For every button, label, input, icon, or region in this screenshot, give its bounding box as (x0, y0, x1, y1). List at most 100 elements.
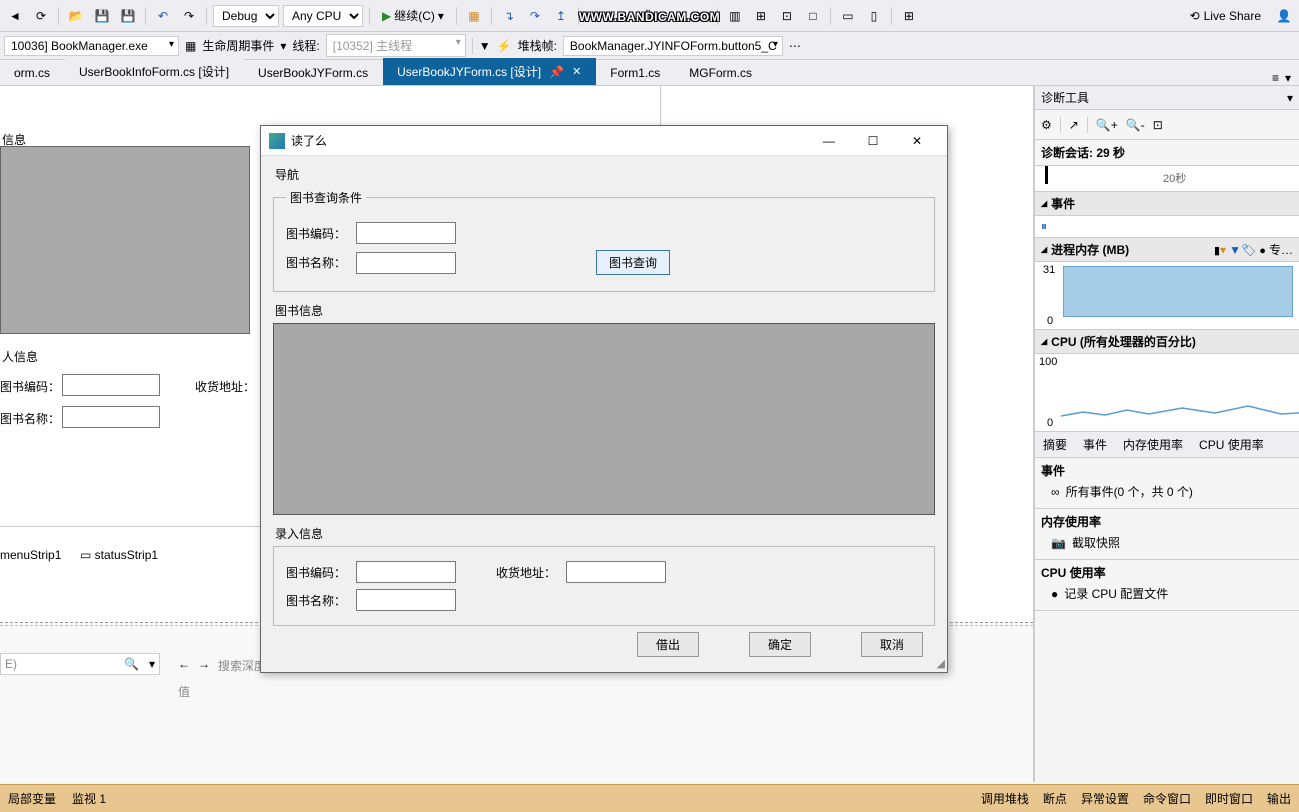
thread-dropdown[interactable]: [10352] 主线程 (326, 34, 466, 57)
resize-grip[interactable]: ◢ (937, 657, 945, 670)
layout4-icon[interactable]: □ (802, 5, 824, 27)
redo-icon[interactable]: ↷ (178, 5, 200, 27)
status-output[interactable]: 输出 (1267, 790, 1291, 807)
refresh-icon[interactable]: ⟳ (30, 5, 52, 27)
search-dropdown-icon[interactable]: ▾ (145, 657, 159, 671)
status-watch[interactable]: 监视 1 (72, 790, 106, 807)
tray-statusstrip[interactable]: ▭ statusStrip1 (80, 548, 158, 562)
cancel-button[interactable]: 取消 (861, 632, 923, 657)
step-over-icon[interactable]: ↷ (524, 5, 546, 27)
close-button[interactable]: ✕ (895, 127, 939, 155)
tab-userbookinfo-design[interactable]: UserBookInfoForm.cs [设计] (65, 58, 244, 85)
diag-mem-header[interactable]: 进程内存 (MB) ▮▾ ▼🏷 ● 专… (1035, 238, 1299, 262)
maximize-button[interactable]: ☐ (851, 127, 895, 155)
account-icon[interactable]: 👤 (1273, 5, 1295, 27)
ok-button[interactable]: 确定 (749, 632, 811, 657)
status-command[interactable]: 命令窗口 (1143, 790, 1191, 807)
diag-record-cpu-button[interactable]: ● 记录 CPU 配置文件 (1041, 581, 1293, 606)
status-exceptions[interactable]: 异常设置 (1081, 790, 1129, 807)
dialog-titlebar[interactable]: 读了么 — ☐ ✕ (261, 126, 947, 156)
tabs-dropdown-icon[interactable]: ≡ (1272, 71, 1279, 85)
diag-timeline[interactable]: 20秒 (1035, 166, 1299, 192)
diag-sub-events-title: 事件 (1041, 462, 1293, 479)
folder-icon[interactable]: ▦ (463, 5, 485, 27)
diag-dropdown-icon[interactable]: ▾ (1287, 91, 1293, 105)
diag-all-events[interactable]: ∞ 所有事件(0 个，共 0 个) (1041, 479, 1293, 504)
status-immediate[interactable]: 即时窗口 (1205, 790, 1253, 807)
nav-back-icon2[interactable]: ← (178, 657, 190, 671)
input-code2[interactable] (356, 561, 456, 583)
config-dropdown[interactable]: Debug (213, 5, 279, 27)
locals-search[interactable]: E) 🔍 ▾ (0, 653, 160, 675)
diag-tab-events[interactable]: 事件 (1075, 432, 1115, 457)
zoom-in-icon[interactable]: 🔍+ (1096, 118, 1118, 132)
nav-fwd-icon2[interactable]: → (198, 657, 210, 671)
tab-mgform[interactable]: MGForm.cs (675, 61, 767, 85)
input-name[interactable] (356, 252, 456, 274)
diagnostics-panel: 诊断工具 ▾ ⚙ ↗ 🔍+ 🔍- ⊡ 诊断会话: 29 秒 20秒 事件 ⏸ 进… (1034, 86, 1299, 782)
cpu-chart[interactable]: 100 0 (1035, 354, 1299, 432)
minimize-button[interactable]: — (807, 127, 851, 155)
memory-chart[interactable]: 31 0 (1035, 262, 1299, 330)
lbl-name2: 图书名称： (286, 592, 346, 609)
pin-icon[interactable]: 📌 (549, 65, 564, 79)
zoom-out-icon[interactable]: 🔍- (1126, 118, 1145, 132)
undo-icon[interactable]: ↶ (152, 5, 174, 27)
save-icon[interactable]: 💾 (91, 5, 113, 27)
search-icon[interactable]: 🔍 (118, 657, 145, 671)
layout3-icon[interactable]: ⊡ (776, 5, 798, 27)
diag-session-label: 诊断会话: 29 秒 (1035, 140, 1299, 166)
field-bookname-bg[interactable] (62, 406, 160, 428)
designer-gray-panel[interactable] (0, 146, 250, 334)
status-breakpoints[interactable]: 断点 (1043, 790, 1067, 807)
open-icon[interactable]: 📂 (65, 5, 87, 27)
diag-events-row[interactable]: ⏸ (1035, 216, 1299, 238)
close-icon[interactable]: ✕ (572, 65, 581, 78)
layout6-icon[interactable]: ▯ (863, 5, 885, 27)
step-out-icon[interactable]: ↥ (550, 5, 572, 27)
diag-tab-memory[interactable]: 内存使用率 (1115, 432, 1191, 457)
borrow-button[interactable]: 借出 (637, 632, 699, 657)
save-all-icon[interactable]: 💾 (117, 5, 139, 27)
layout2-icon[interactable]: ⊞ (750, 5, 772, 27)
lifecycle-icon[interactable]: ▦ (185, 39, 196, 53)
layout5-icon[interactable]: ▭ (837, 5, 859, 27)
diag-tab-summary[interactable]: 摘要 (1035, 432, 1075, 457)
info-datagrid[interactable] (273, 323, 935, 515)
filter2-icon[interactable]: ⚡ (497, 39, 512, 53)
liveshare-button[interactable]: ⟲ Live Share (1182, 7, 1269, 25)
input-name2[interactable] (356, 589, 456, 611)
tab-userbookjy[interactable]: UserBookJYForm.cs (244, 61, 383, 85)
gear-icon[interactable]: ⚙ (1041, 118, 1052, 132)
lbl-code2: 图书编码： (286, 564, 346, 581)
status-locals[interactable]: 局部变量 (8, 790, 56, 807)
tab-userbookjy-design[interactable]: UserBookJYForm.cs [设计] 📌 ✕ (383, 58, 596, 85)
filter-icon[interactable]: ▼ (479, 39, 491, 53)
tabs-overflow-icon[interactable]: ▾ (1285, 71, 1291, 85)
layout1-icon[interactable]: ▥ (724, 5, 746, 27)
input-code[interactable] (356, 222, 456, 244)
pause-icon[interactable]: ⏸ (1041, 219, 1047, 234)
field-bookcode-bg[interactable] (62, 374, 160, 396)
diag-tab-cpu[interactable]: CPU 使用率 (1191, 432, 1272, 457)
tab-orm[interactable]: orm.cs (0, 61, 65, 85)
tab-form1[interactable]: Form1.cs (596, 61, 675, 85)
zoom-fit-icon[interactable]: ⊡ (1153, 118, 1163, 132)
diag-snapshot-button[interactable]: 📷 截取快照 (1041, 530, 1293, 555)
stackframe-dropdown[interactable]: BookManager.JYINFOForm.button5_C (563, 36, 783, 56)
more-icon[interactable]: ⋯ (789, 39, 801, 53)
search-button[interactable]: 图书查询 (596, 250, 670, 275)
tray-menustrip[interactable]: menuStrip1 (0, 548, 61, 562)
groupbox2-label: 人信息 (2, 348, 38, 365)
diag-events-header[interactable]: 事件 (1035, 192, 1299, 216)
input-addr[interactable] (566, 561, 666, 583)
step-into-icon[interactable]: ↴ (498, 5, 520, 27)
nav-back-icon[interactable]: ◄ (4, 5, 26, 27)
platform-dropdown[interactable]: Any CPU (283, 5, 363, 27)
process-dropdown[interactable]: 10036] BookManager.exe (4, 36, 179, 56)
status-callstack[interactable]: 调用堆栈 (981, 790, 1029, 807)
continue-button[interactable]: ▶继续(C) ▾ (376, 5, 450, 26)
export-icon[interactable]: ↗ (1069, 118, 1079, 132)
tab-order-icon[interactable]: ⊞ (898, 5, 920, 27)
diag-cpu-header[interactable]: CPU (所有处理器的百分比) (1035, 330, 1299, 354)
